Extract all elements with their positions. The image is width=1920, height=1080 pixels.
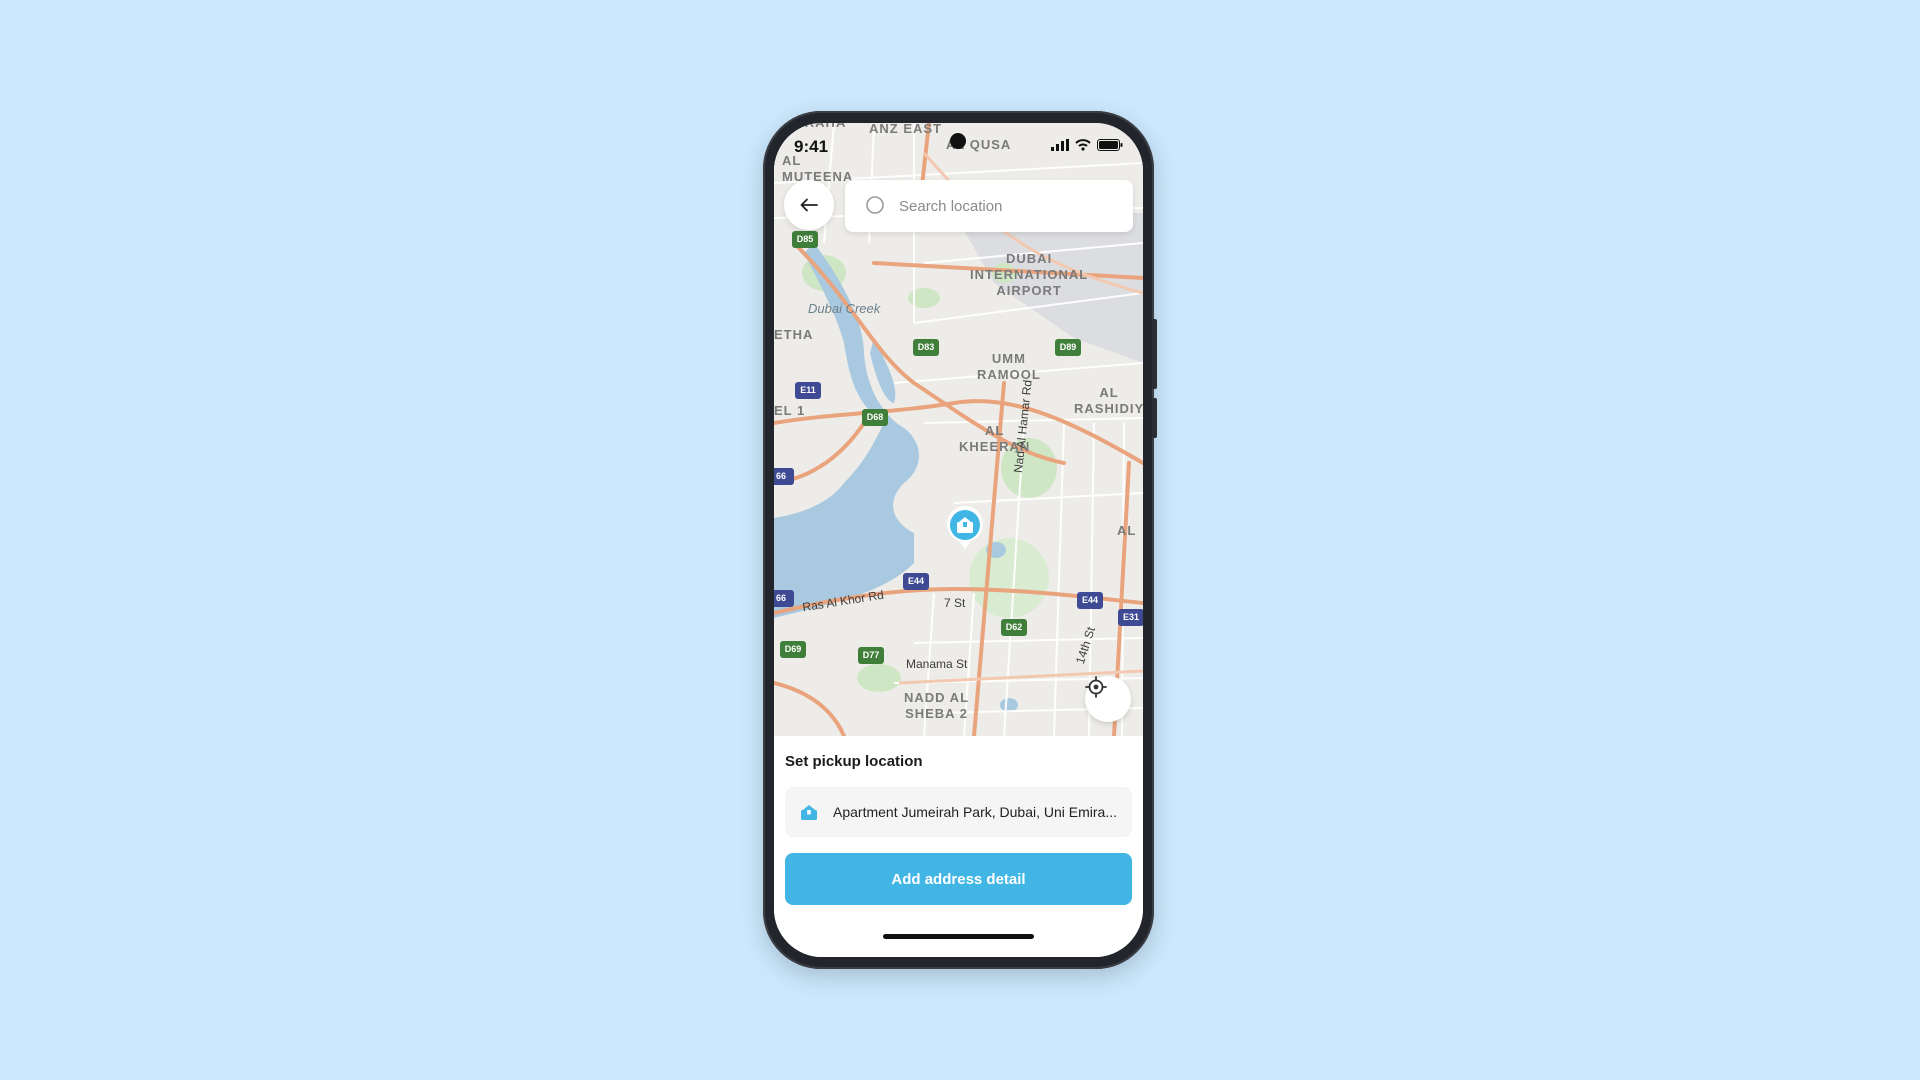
map-label: Dubai Creek <box>808 301 881 316</box>
home-indicator <box>883 934 1034 939</box>
road-shield: D68 <box>862 409 888 426</box>
phone-frame: BARAHA ANZ EAST AL QUSA AL MUTEENA DUBAI… <box>763 111 1157 969</box>
road-shield: E44 <box>1077 592 1103 609</box>
road-shield: E31 <box>1118 609 1143 626</box>
road-shield: D69 <box>780 641 806 658</box>
map-label: AL <box>1117 523 1137 538</box>
pickup-address-text: Apartment Jumeirah Park, Dubai, Uni Emir… <box>833 804 1117 820</box>
search-bar <box>845 180 1133 232</box>
road-shield: D62 <box>1001 619 1027 636</box>
add-address-detail-button[interactable]: Add address detail <box>785 853 1132 905</box>
map-label: EL 1 <box>774 403 806 418</box>
road-label: Manama St <box>906 657 968 671</box>
wifi-icon <box>1075 139 1091 151</box>
top-bar <box>784 180 1134 234</box>
status-bar: 9:41 <box>774 123 1143 167</box>
crosshair-icon <box>1085 676 1107 698</box>
road-label: 7 St <box>944 596 966 610</box>
side-button <box>1152 319 1157 389</box>
map-label: ETHA <box>774 327 814 342</box>
map-label: AL RASHIDIY <box>1074 385 1143 416</box>
back-button[interactable] <box>784 180 834 230</box>
road-shield: E11 <box>795 382 821 399</box>
sheet-title: Set pickup location <box>785 753 923 770</box>
pickup-address-field[interactable]: Apartment Jumeirah Park, Dubai, Uni Emir… <box>785 787 1132 837</box>
map-label: NADD AL SHEBA 2 <box>904 690 970 721</box>
screen: BARAHA ANZ EAST AL QUSA AL MUTEENA DUBAI… <box>774 123 1143 957</box>
map-label: UMM RAMOOL <box>977 351 1041 382</box>
arrow-left-icon <box>800 198 818 212</box>
road-shield: 66 <box>774 590 794 607</box>
package-icon <box>801 805 817 820</box>
side-button <box>1152 398 1157 438</box>
status-time: 9:41 <box>794 137 829 156</box>
signal-icon <box>1051 139 1069 151</box>
status-icons <box>1051 139 1123 151</box>
locate-me-button[interactable] <box>1085 676 1131 722</box>
road-shield: D77 <box>858 647 884 664</box>
road-shield: D89 <box>1055 339 1081 356</box>
search-icon <box>866 196 884 214</box>
battery-icon <box>1097 139 1123 151</box>
package-pin-icon[interactable] <box>945 503 985 553</box>
front-camera <box>950 133 966 149</box>
road-shield: 66 <box>774 468 794 485</box>
road-shield: D83 <box>913 339 939 356</box>
bottom-sheet: Set pickup location Apartment Jumeirah P… <box>774 736 1143 957</box>
search-input[interactable] <box>897 196 1121 216</box>
road-shield: E44 <box>903 573 929 590</box>
map-label: DUBAI INTERNATIONAL AIRPORT <box>970 251 1089 298</box>
